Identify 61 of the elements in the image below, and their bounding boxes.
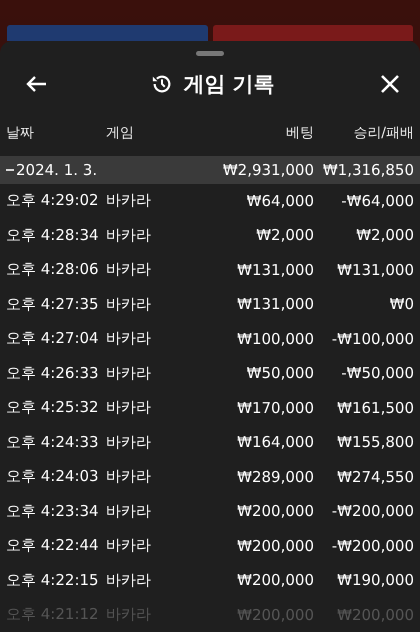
group-result-total: ₩1,316,850 [322, 160, 414, 178]
time-cell-text: 오후 4:25:32 [6, 398, 100, 418]
game-cell-text: 바카라 [106, 364, 152, 383]
result-cell-text: -₩100,000 [330, 330, 414, 348]
result-cell-text: -₩64,000 [340, 192, 414, 210]
game-cell-text: 바카라 [106, 191, 152, 210]
time-cell-text: 오후 4:27:35 [6, 294, 100, 314]
game-cell-text: 바카라 [106, 260, 152, 280]
bet-cell-text: ₩164,000 [236, 433, 314, 452]
column-header: 게임 [106, 124, 135, 142]
time-cell-text: 오후 4:24:33 [6, 432, 100, 452]
time-cell-text: 오후 4:22:15 [6, 570, 100, 590]
history-icon [151, 72, 174, 94]
sheet-title: 게임 기록 [183, 70, 275, 98]
arrow-left-icon [25, 74, 47, 92]
result-cell-text: -₩200,000 [330, 502, 414, 520]
bet-cell-text: ₩289,000 [236, 468, 314, 486]
bet-cell-text: ₩200,000 [236, 502, 314, 520]
time-cell-text: 오후 4:27:04 [6, 329, 100, 348]
time-cell-text: 오후 4:22:44 [6, 536, 100, 556]
date-group-row[interactable]: 2024. 1. 3. ₩2,931,000 ₩1,316,850 [0, 156, 420, 184]
bet-cell-text: ₩200,000 [236, 571, 314, 590]
time-cell-text: 오후 4:26:33 [6, 364, 100, 383]
result-cell-text: ₩2,000 [355, 226, 414, 244]
game-cell-text: 바카라 [106, 570, 152, 590]
bet-cell-text: ₩2,000 [255, 226, 314, 244]
result-cell-text: ₩131,000 [336, 260, 414, 279]
result-cell-text: ₩161,500 [336, 398, 414, 417]
game-cell-text: 바카라 [106, 536, 152, 556]
result-cell-text: ₩0 [388, 295, 414, 314]
game-cell-text: 바카라 [106, 432, 152, 452]
bet-cell-text: ₩100,000 [236, 330, 314, 348]
game-cell-text: 바카라 [106, 226, 152, 245]
column-header: 날짜 [6, 124, 35, 142]
time-cell-text: 오후 4:29:02 [6, 191, 100, 210]
bet-cell-text: ₩200,000 [236, 536, 314, 555]
time-cell-text: 오후 4:28:06 [6, 260, 100, 280]
column-header: 베팅 [285, 124, 314, 142]
game-cell-text: 바카라 [106, 502, 152, 521]
bet-cell-text: ₩170,000 [236, 398, 314, 417]
result-cell-text: -₩50,000 [340, 364, 414, 382]
game-cell-text: 바카라 [106, 329, 152, 348]
group-date: 2024. 1. 3. [16, 160, 98, 178]
result-cell-text: ₩274,550 [336, 468, 414, 486]
time-cell-text: 오후 4:23:34 [6, 502, 100, 521]
drag-handle[interactable] [196, 50, 224, 56]
game-cell-text: 바카라 [106, 294, 152, 314]
time-cell-text: 오후 4:28:34 [6, 226, 100, 245]
group-bet-total: ₩2,931,000 [222, 160, 314, 178]
result-cell-text: ₩155,800 [336, 433, 414, 452]
game-cell-text: 바카라 [106, 398, 152, 418]
close-icon [380, 74, 400, 94]
result-cell-text: -₩200,000 [330, 536, 414, 555]
bet-cell-text: ₩64,000 [246, 192, 314, 210]
bet-cell-text: ₩131,000 [236, 260, 314, 279]
result-cell-text: ₩190,000 [336, 571, 414, 590]
time-cell-text: 오후 4:24:03 [6, 467, 100, 486]
bet-cell-text: ₩131,000 [236, 295, 314, 314]
bet-cell-text: ₩50,000 [246, 364, 314, 382]
game-cell-text: 바카라 [106, 467, 152, 486]
column-header: 승리/패배 [352, 124, 414, 142]
